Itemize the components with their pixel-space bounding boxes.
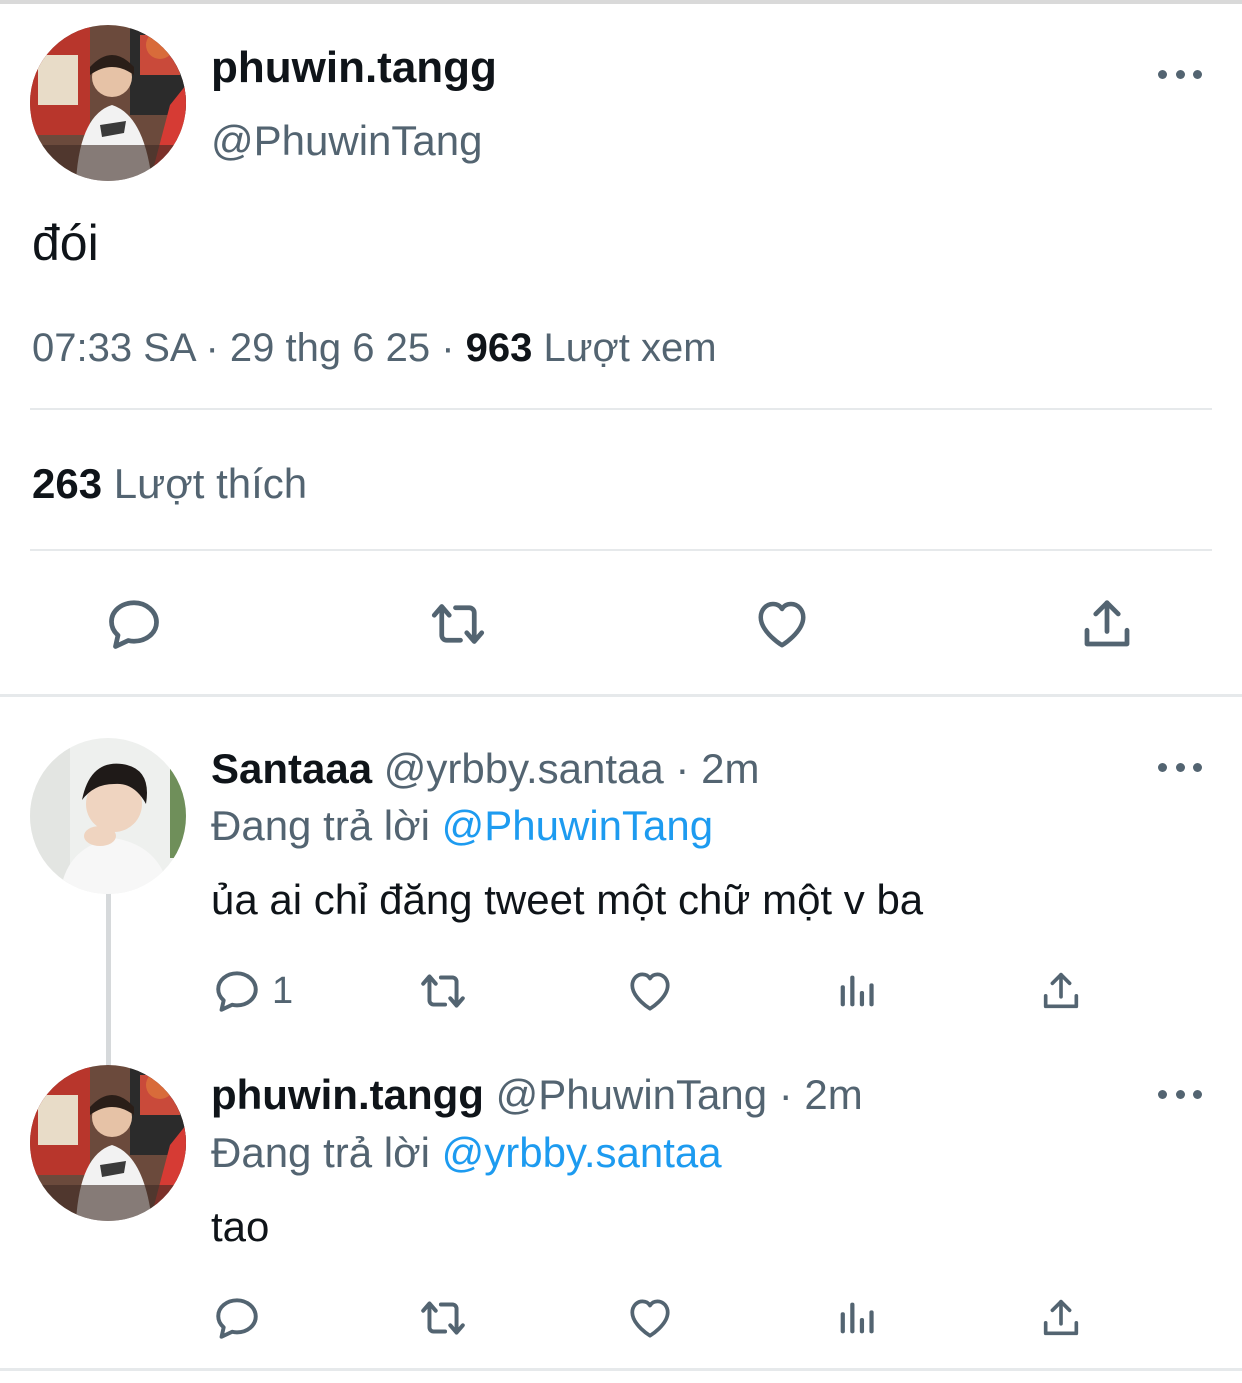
likes-label: Lượt thích: [113, 460, 308, 507]
reply-text: ủa ai chỉ đăng tweet một chữ một v ba: [211, 876, 924, 923]
tweet-time[interactable]: 07:33 SA: [32, 326, 194, 370]
like-heart-icon[interactable]: [625, 1293, 675, 1343]
reply-avatar[interactable]: [30, 1065, 186, 1221]
top-border: [0, 0, 1242, 4]
divider: [30, 408, 1212, 410]
retweet-icon[interactable]: [416, 1293, 470, 1343]
retweet-icon[interactable]: [426, 594, 490, 654]
thread-line: [106, 890, 111, 1066]
reply-age: 2m: [804, 1071, 863, 1118]
section-divider: [0, 694, 1242, 697]
separator: ·: [663, 745, 702, 792]
more-dots-icon[interactable]: [1158, 757, 1202, 777]
share-icon[interactable]: [1076, 594, 1138, 654]
replying-prefix: Đang trả lời: [211, 802, 442, 849]
replying-to-link[interactable]: @PhuwinTang: [442, 802, 713, 849]
tweet-meta: 07:33 SA · 29 thg 6 25 · 963 Lượt xem: [32, 322, 717, 374]
reply-display-name[interactable]: phuwin.tangg: [211, 1071, 484, 1118]
reply-display-name[interactable]: Santaaa: [211, 745, 372, 792]
reply-button[interactable]: [212, 1293, 272, 1343]
reply-count: 1: [272, 969, 294, 1012]
views-icon[interactable]: [833, 968, 879, 1014]
likes-stat[interactable]: 263 Lượt thích: [32, 458, 307, 510]
reply-handle[interactable]: @PhuwinTang: [496, 1071, 767, 1118]
like-heart-icon[interactable]: [751, 594, 813, 654]
divider: [30, 549, 1212, 551]
replying-to: Đang trả lời @PhuwinTang: [211, 800, 713, 852]
more-dots-icon[interactable]: [1158, 64, 1202, 84]
tweet-date[interactable]: 29 thg 6 25: [230, 326, 430, 370]
reply-avatar[interactable]: [30, 738, 186, 894]
replying-prefix: Đang trả lời: [211, 1129, 442, 1176]
retweet-icon[interactable]: [416, 966, 470, 1016]
reply-button[interactable]: 1: [212, 966, 293, 1016]
reply-text: tao: [211, 1203, 270, 1250]
reply-handle[interactable]: @yrbby.santaa: [384, 745, 664, 792]
author-handle[interactable]: @PhuwinTang: [211, 115, 482, 167]
reply-icon: [212, 966, 262, 1016]
replying-to: Đang trả lời @yrbby.santaa: [211, 1127, 722, 1179]
like-heart-icon[interactable]: [625, 966, 675, 1016]
author-avatar[interactable]: [30, 25, 186, 181]
views-icon[interactable]: [833, 1295, 879, 1341]
reply-icon: [212, 1293, 262, 1343]
share-icon[interactable]: [1038, 966, 1084, 1016]
views-count: 963: [465, 326, 533, 370]
separator: ·: [430, 326, 466, 370]
replying-to-link[interactable]: @yrbby.santaa: [442, 1129, 722, 1176]
reply-header: phuwin.tangg @PhuwinTang · 2m: [211, 1069, 863, 1121]
reply-icon[interactable]: [104, 594, 164, 654]
more-dots-icon[interactable]: [1158, 1084, 1202, 1104]
author-display-name[interactable]: phuwin.tangg: [211, 42, 497, 94]
separator: ·: [194, 326, 230, 370]
share-icon[interactable]: [1038, 1293, 1084, 1343]
likes-count: 263: [32, 460, 103, 507]
reply-age: 2m: [701, 745, 760, 792]
separator: ·: [767, 1071, 805, 1118]
tweet-text: đói: [32, 215, 99, 271]
views-label: Lượt xem: [543, 326, 717, 370]
reply-header: Santaaa @yrbby.santaa · 2m: [211, 743, 759, 795]
bottom-divider: [0, 1368, 1242, 1371]
